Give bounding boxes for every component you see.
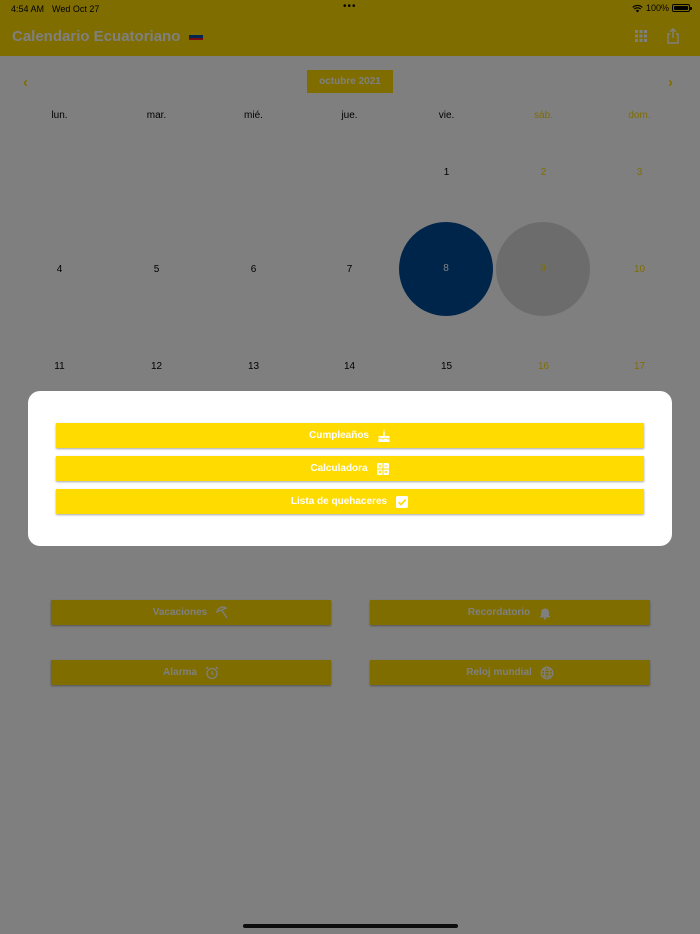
cumpleanos-button[interactable]: Cumpleaños <box>56 423 644 448</box>
options-modal: Cumpleaños Calculadora Lista de quehacer… <box>28 391 672 546</box>
checkbox-icon <box>396 495 409 508</box>
cumpleanos-label: Cumpleaños <box>308 430 369 441</box>
lista-quehaceres-button[interactable]: Lista de quehaceres <box>56 489 644 514</box>
calculator-icon <box>376 462 389 475</box>
calculadora-button[interactable]: Calculadora <box>56 456 644 481</box>
calculadora-label: Calculadora <box>310 463 368 474</box>
birthday-cake-icon <box>378 429 390 442</box>
lista-quehaceres-label: Lista de quehaceres <box>290 496 388 507</box>
